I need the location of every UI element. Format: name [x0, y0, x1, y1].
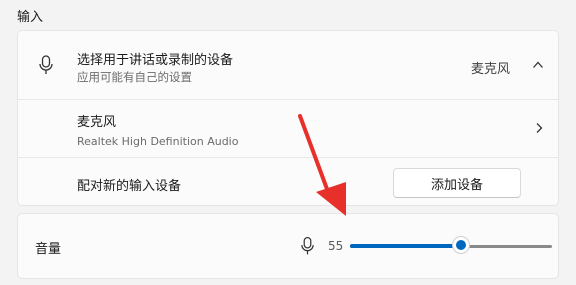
section-title: 输入	[17, 10, 44, 25]
select-input-device-row[interactable]: 选择用于讲话或录制的设备 应用可能有自己的设置 麦克风	[18, 31, 558, 99]
volume-value: 55	[328, 239, 344, 253]
select-device-title: 选择用于讲话或录制的设备	[77, 53, 234, 68]
device-name: 麦克风	[77, 115, 117, 130]
input-device-card: 选择用于讲话或录制的设备 应用可能有自己的设置 麦克风 麦克风 Realtek …	[17, 30, 559, 206]
selected-device-value: 麦克风	[470, 62, 510, 77]
pair-new-device-row: 配对新的输入设备 添加设备	[18, 157, 558, 207]
slider-fill	[350, 244, 462, 248]
microphone-icon	[301, 236, 314, 255]
device-description: Realtek High Definition Audio	[77, 135, 239, 148]
slider-thumb-center	[456, 240, 467, 250]
volume-label: 音量	[35, 242, 62, 257]
microphone-device-row[interactable]: 麦克风 Realtek High Definition Audio	[18, 99, 558, 157]
volume-card: 音量 55	[17, 213, 559, 279]
add-device-button[interactable]: 添加设备	[393, 168, 521, 198]
select-device-subtitle: 应用可能有自己的设置	[77, 70, 192, 84]
pair-new-device-label: 配对新的输入设备	[77, 179, 182, 194]
slider-thumb[interactable]	[452, 236, 471, 254]
chevron-up-icon[interactable]	[532, 59, 544, 71]
chevron-right-icon	[536, 123, 543, 133]
volume-slider[interactable]	[350, 234, 552, 258]
microphone-icon	[39, 55, 53, 74]
